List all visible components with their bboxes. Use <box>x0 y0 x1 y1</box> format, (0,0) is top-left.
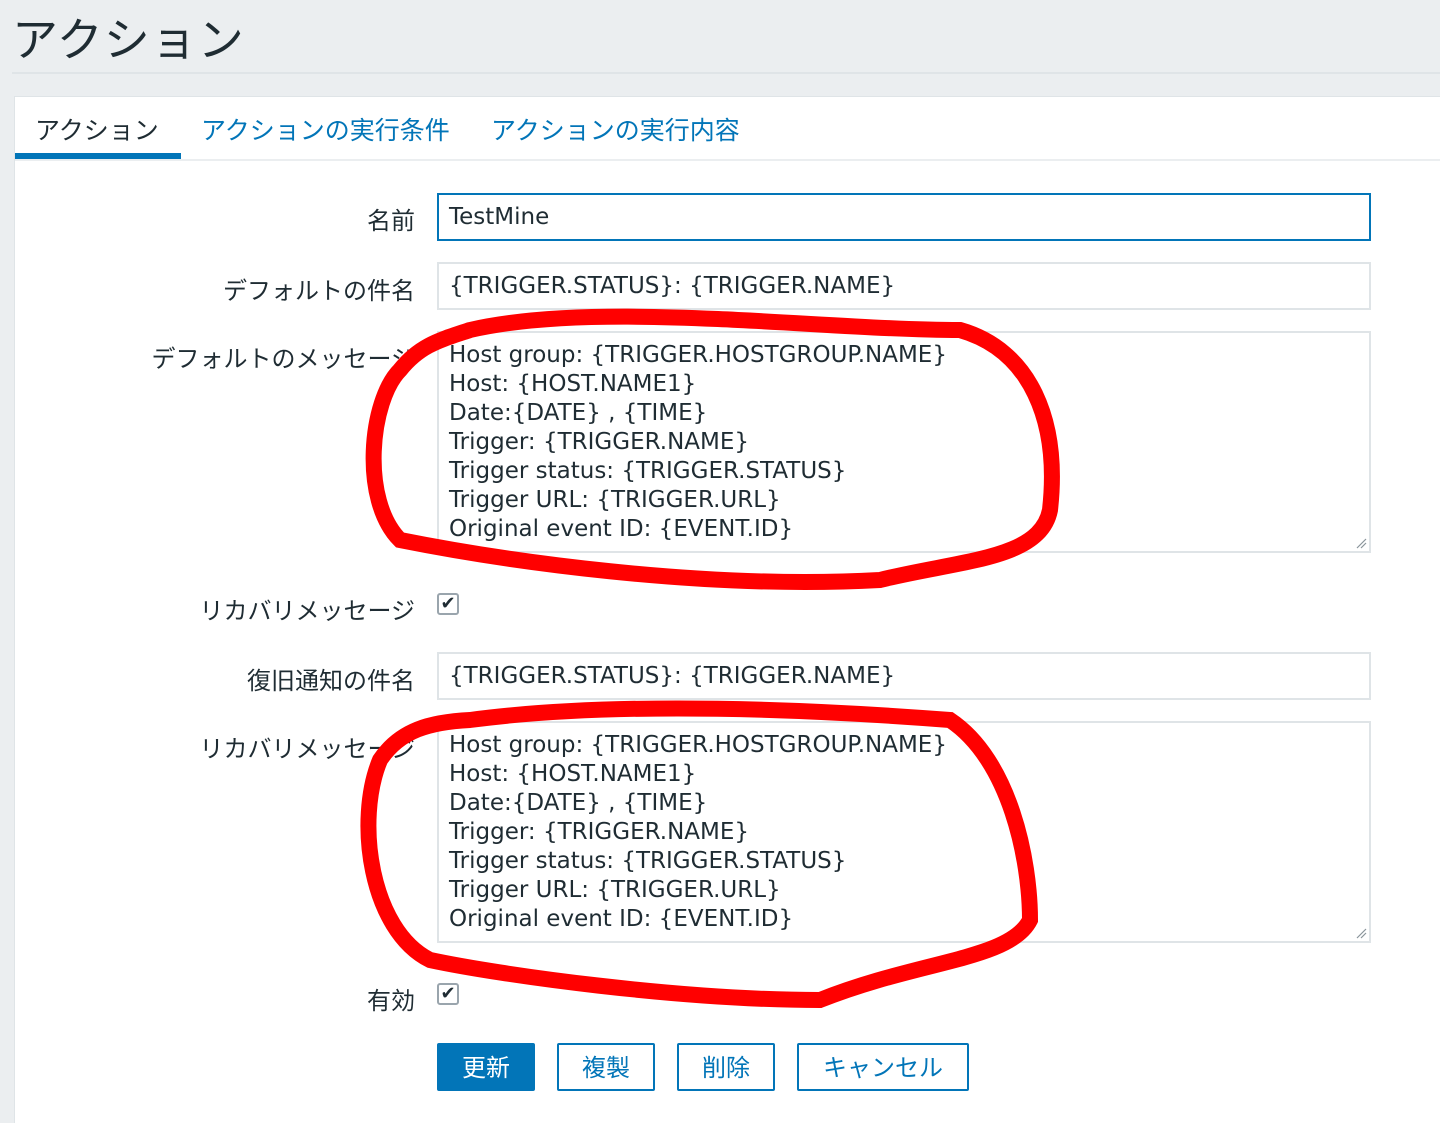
message-line: Trigger status: {TRIGGER.STATUS} <box>449 848 847 874</box>
message-line: Trigger URL: {TRIGGER.URL} <box>449 487 781 513</box>
message-line: Trigger URL: {TRIGGER.URL} <box>449 877 781 903</box>
tab-conditions[interactable]: アクションの実行条件 <box>201 111 450 147</box>
recovery-message-label: リカバリメッセージ <box>199 735 415 763</box>
default-subject-input[interactable]: {TRIGGER.STATUS}: {TRIGGER.NAME} <box>437 262 1371 310</box>
message-line: Original event ID: {EVENT.ID} <box>449 516 794 542</box>
recovery-message-checkbox[interactable]: ✔ <box>437 593 459 615</box>
form-card: アクション アクションの実行条件 アクションの実行内容 名前 TestMine … <box>14 96 1440 1123</box>
page-title: アクション <box>12 13 245 67</box>
message-line: Date:{DATE} , {TIME} <box>449 790 708 816</box>
enabled-checkbox-label: 有効 <box>367 987 415 1015</box>
delete-button[interactable]: 削除 <box>677 1043 775 1091</box>
checkmark-icon: ✔ <box>440 593 456 614</box>
enabled-checkbox[interactable]: ✔ <box>437 983 459 1005</box>
message-line: Date:{DATE} , {TIME} <box>449 400 708 426</box>
resize-grip-icon[interactable] <box>1355 927 1367 939</box>
message-line: Host: {HOST.NAME1} <box>449 371 697 397</box>
message-line: Host: {HOST.NAME1} <box>449 761 697 787</box>
tab-bar: アクション アクションの実行条件 アクションの実行内容 <box>15 97 1440 161</box>
default-message-label: デフォルトのメッセージ <box>151 345 415 373</box>
name-input[interactable]: TestMine <box>437 193 1371 241</box>
message-line: Host group: {TRIGGER.HOSTGROUP.NAME} <box>449 342 947 368</box>
message-line: Trigger: {TRIGGER.NAME} <box>449 819 750 845</box>
tab-operations[interactable]: アクションの実行内容 <box>491 111 740 147</box>
message-line: Original event ID: {EVENT.ID} <box>449 906 794 932</box>
name-label: 名前 <box>367 207 415 235</box>
clone-button[interactable]: 複製 <box>557 1043 655 1091</box>
message-line: Trigger status: {TRIGGER.STATUS} <box>449 458 847 484</box>
recovery-message-checkbox-label: リカバリメッセージ <box>199 597 415 625</box>
default-message-textarea[interactable]: Host group: {TRIGGER.HOSTGROUP.NAME} Hos… <box>437 331 1371 553</box>
message-line: Host group: {TRIGGER.HOSTGROUP.NAME} <box>449 732 947 758</box>
recovery-message-textarea[interactable]: Host group: {TRIGGER.HOSTGROUP.NAME} Hos… <box>437 721 1371 943</box>
resize-grip-icon[interactable] <box>1355 537 1367 549</box>
message-line: Trigger: {TRIGGER.NAME} <box>449 429 750 455</box>
default-subject-label: デフォルトの件名 <box>223 277 415 305</box>
title-divider <box>12 72 1440 74</box>
recovery-subject-label: 復旧通知の件名 <box>247 667 415 695</box>
cancel-button[interactable]: キャンセル <box>797 1043 969 1091</box>
update-button[interactable]: 更新 <box>437 1043 535 1091</box>
tab-action[interactable]: アクション <box>35 111 159 147</box>
recovery-subject-input[interactable]: {TRIGGER.STATUS}: {TRIGGER.NAME} <box>437 652 1371 700</box>
active-tab-indicator <box>15 153 181 159</box>
checkmark-icon: ✔ <box>440 983 456 1004</box>
